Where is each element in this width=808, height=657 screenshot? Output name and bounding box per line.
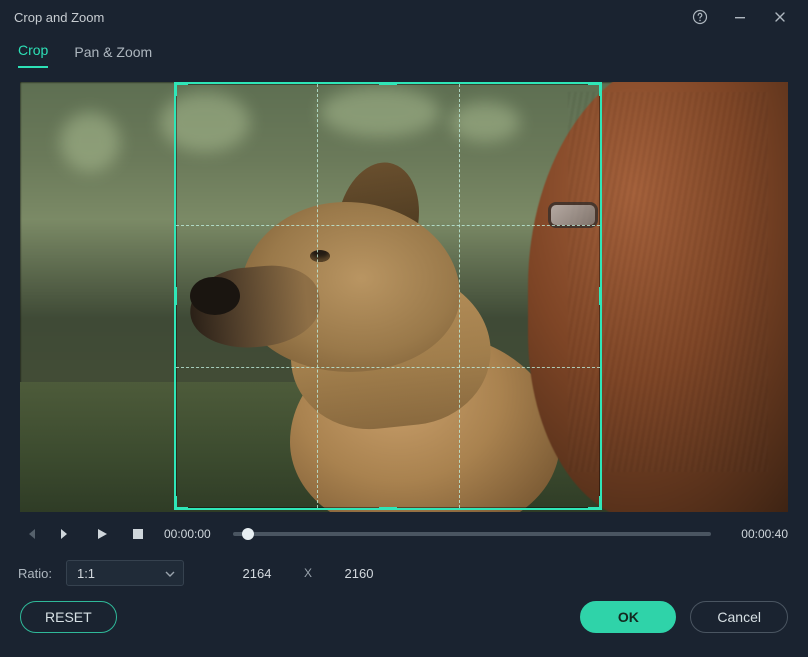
step-back-icon xyxy=(23,527,37,541)
ratio-row: Ratio: 1:1 X xyxy=(0,548,808,588)
ok-button[interactable]: OK xyxy=(580,601,676,633)
stop-button[interactable] xyxy=(128,524,148,544)
seek-track xyxy=(233,532,712,536)
ratio-select[interactable]: 1:1 xyxy=(66,560,184,586)
reset-button[interactable]: RESET xyxy=(20,601,117,633)
tabs: Crop Pan & Zoom xyxy=(0,34,808,68)
dimension-separator: X xyxy=(304,566,312,580)
seek-slider[interactable] xyxy=(233,526,712,542)
crop-zoom-dialog: Crop and Zoom Crop Pan & Zoom xyxy=(0,0,808,657)
crop-handle-bottom-right[interactable] xyxy=(586,494,602,510)
stop-icon xyxy=(132,528,144,540)
video-preview[interactable] xyxy=(20,82,788,512)
tab-pan-zoom[interactable]: Pan & Zoom xyxy=(74,44,152,68)
height-input[interactable] xyxy=(326,560,392,586)
close-icon xyxy=(773,10,787,24)
crop-handle-top-left[interactable] xyxy=(174,82,190,98)
width-input[interactable] xyxy=(224,560,290,586)
tab-crop[interactable]: Crop xyxy=(18,42,48,68)
ratio-selected-value: 1:1 xyxy=(77,566,95,581)
step-forward-icon xyxy=(59,527,73,541)
chevron-down-icon xyxy=(165,569,175,579)
play-button[interactable] xyxy=(92,524,112,544)
window-title: Crop and Zoom xyxy=(8,10,104,25)
current-time: 00:00:00 xyxy=(164,527,211,541)
crop-handle-left[interactable] xyxy=(174,287,177,305)
minimize-icon xyxy=(733,10,747,24)
crop-handle-bottom-left[interactable] xyxy=(174,494,190,510)
crop-rectangle[interactable] xyxy=(174,82,602,510)
play-icon xyxy=(95,527,109,541)
crop-handle-bottom[interactable] xyxy=(379,507,397,510)
transport-controls: 00:00:00 00:00:40 xyxy=(0,512,808,548)
minimize-button[interactable] xyxy=(720,0,760,34)
crop-handle-top[interactable] xyxy=(379,82,397,85)
close-button[interactable] xyxy=(760,0,800,34)
titlebar: Crop and Zoom xyxy=(0,0,808,34)
next-frame-button[interactable] xyxy=(56,524,76,544)
crop-handle-top-right[interactable] xyxy=(586,82,602,98)
dialog-footer: RESET OK Cancel xyxy=(0,591,808,657)
seek-thumb[interactable] xyxy=(242,528,254,540)
cancel-button[interactable]: Cancel xyxy=(690,601,788,633)
ratio-label: Ratio: xyxy=(18,566,52,581)
help-icon xyxy=(692,9,708,25)
help-button[interactable] xyxy=(680,0,720,34)
crop-handle-right[interactable] xyxy=(599,287,602,305)
preview-area xyxy=(0,68,808,512)
total-time: 00:00:40 xyxy=(741,527,788,541)
prev-frame-button[interactable] xyxy=(20,524,40,544)
